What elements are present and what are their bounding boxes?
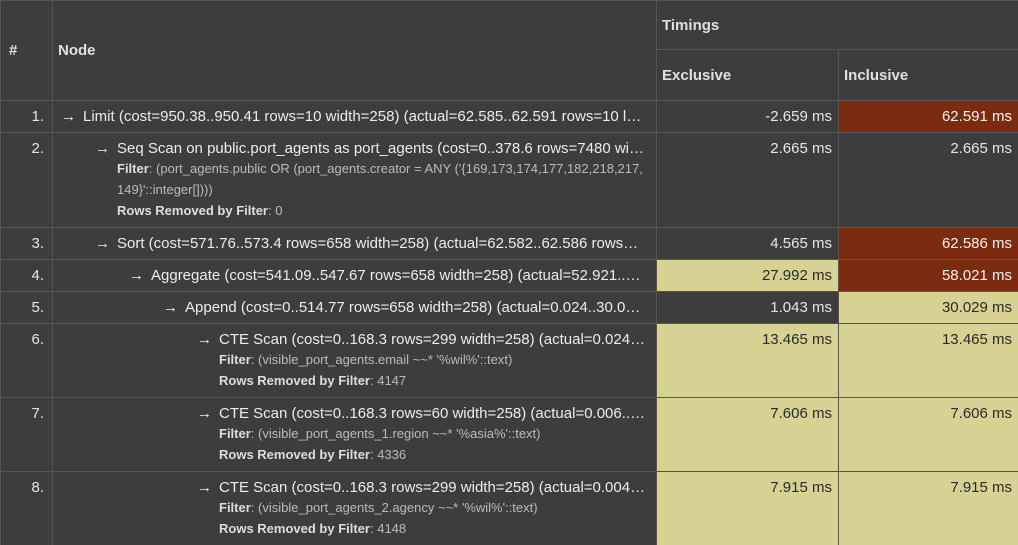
rows-removed-key: Rows Removed by Filter — [117, 203, 268, 218]
rows-removed-key: Rows Removed by Filter — [219, 447, 370, 462]
right-arrow-icon: → — [61, 108, 76, 125]
node-text: CTE Scan (cost=0..168.3 rows=299 width=2… — [219, 479, 646, 496]
right-arrow-icon: → — [197, 479, 212, 496]
rows-removed-detail: Rows Removed by Filter: 4147 — [219, 373, 407, 388]
table-row[interactable]: 1. → Limit (cost=950.38..950.41 rows=10 wi… — [0, 100, 1018, 133]
node-text: Limit (cost=950.38..950.41 rows=10 width… — [83, 108, 646, 125]
row-number: 5. — [0, 291, 53, 324]
column-header-inclusive[interactable]: Inclusive — [837, 49, 1018, 101]
rows-removed-value: 4336 — [377, 447, 407, 462]
node-cell: → Seq Scan on public.port_agents as port_… — [52, 132, 657, 228]
rows-removed-detail: Rows Removed by Filter: 0 — [117, 203, 283, 218]
filter-detail: Filter: (visible_port_agents_2.agency ~~… — [219, 500, 538, 515]
node-label[interactable]: → Aggregate (cost=541.09..547.67 rows=658… — [129, 266, 646, 285]
row-number: 3. — [0, 227, 53, 260]
rows-removed-value: 4147 — [377, 373, 407, 388]
table-row[interactable]: 5. → Append (cost=0..514.77 rows=658 width… — [0, 291, 1018, 324]
inclusive-time: 7.606 ms — [837, 397, 1018, 472]
inclusive-time: 62.586 ms — [837, 227, 1018, 260]
column-header-number: # — [0, 0, 53, 101]
filter-detail: Filter: (port_agents.public OR (port_age… — [117, 161, 643, 197]
table-row[interactable]: 6. → CTE Scan (cost=0..168.3 rows=299 widt… — [0, 323, 1018, 398]
inclusive-time: 58.021 ms — [837, 259, 1018, 292]
node-label[interactable]: → Limit (cost=950.38..950.41 rows=10 widt… — [61, 107, 646, 126]
filter-detail: Filter: (visible_port_agents.email ~~* '… — [219, 352, 513, 367]
rows-removed-key: Rows Removed by Filter — [219, 373, 370, 388]
exclusive-time: 27.992 ms — [656, 259, 839, 292]
right-arrow-icon: → — [129, 267, 144, 284]
rows-removed-value: 0 — [275, 203, 283, 218]
node-cell: → Sort (cost=571.76..573.4 rows=658 width… — [52, 227, 657, 260]
inclusive-time: 2.665 ms — [837, 132, 1018, 228]
rows-removed-detail: Rows Removed by Filter: 4148 — [219, 521, 407, 536]
node-text: Seq Scan on public.port_agents as port_a… — [117, 140, 646, 157]
exclusive-time: 2.665 ms — [656, 132, 839, 228]
node-text: Aggregate (cost=541.09..547.67 rows=658 … — [151, 267, 646, 284]
column-header-node: Node — [52, 0, 657, 101]
row-number: 7. — [0, 397, 53, 472]
header-row-top: # Node Timings — [0, 0, 1018, 101]
filter-key: Filter — [219, 352, 251, 367]
filter-key: Filter — [219, 500, 251, 515]
column-header-timings: Timings — [655, 0, 1018, 50]
inclusive-time: 13.465 ms — [837, 323, 1018, 398]
node-cell: → CTE Scan (cost=0..168.3 rows=299 width=… — [52, 323, 657, 398]
node-label[interactable]: → Seq Scan on public.port_agents as port_… — [95, 139, 646, 158]
filter-value: (visible_port_agents_2.agency ~~* '%wil%… — [258, 500, 538, 515]
exclusive-time: 7.606 ms — [656, 397, 839, 472]
node-text: CTE Scan (cost=0..168.3 rows=60 width=25… — [219, 405, 646, 422]
rows-removed-detail: Rows Removed by Filter: 4336 — [219, 447, 407, 462]
node-cell: → CTE Scan (cost=0..168.3 rows=60 width=2… — [52, 397, 657, 472]
right-arrow-icon: → — [95, 235, 110, 252]
right-arrow-icon: → — [95, 140, 110, 157]
node-label[interactable]: → CTE Scan (cost=0..168.3 rows=299 width=… — [197, 330, 646, 349]
column-header-exclusive[interactable]: Exclusive — [656, 49, 839, 101]
filter-value: (visible_port_agents_1.region ~~* '%asia… — [258, 426, 541, 441]
rows-removed-value: 4148 — [377, 521, 407, 536]
filter-key: Filter — [219, 426, 251, 441]
node-cell: → Limit (cost=950.38..950.41 rows=10 widt… — [52, 100, 657, 133]
node-text: Sort (cost=571.76..573.4 rows=658 width=… — [117, 235, 646, 252]
node-label[interactable]: → CTE Scan (cost=0..168.3 rows=299 width=… — [197, 478, 646, 497]
node-cell: → Aggregate (cost=541.09..547.67 rows=658… — [52, 259, 657, 292]
exclusive-time: 4.565 ms — [656, 227, 839, 260]
filter-value: (visible_port_agents.email ~~* '%wil%'::… — [258, 352, 513, 367]
right-arrow-icon: → — [197, 405, 212, 422]
table-row[interactable]: 2. → Seq Scan on public.port_agents as por… — [0, 132, 1018, 228]
row-number: 8. — [0, 471, 53, 545]
inclusive-time: 7.915 ms — [837, 471, 1018, 545]
filter-detail: Filter: (visible_port_agents_1.region ~~… — [219, 426, 541, 441]
node-text: CTE Scan (cost=0..168.3 rows=299 width=2… — [219, 331, 646, 348]
node-cell: → CTE Scan (cost=0..168.3 rows=299 width=… — [52, 471, 657, 545]
inclusive-time: 30.029 ms — [837, 291, 1018, 324]
row-number: 2. — [0, 132, 53, 228]
row-number: 6. — [0, 323, 53, 398]
filter-value: (port_agents.public OR (port_agents.crea… — [117, 161, 643, 197]
right-arrow-icon: → — [197, 331, 212, 348]
node-cell: → Append (cost=0..514.77 rows=658 width=2… — [52, 291, 657, 324]
rows-removed-key: Rows Removed by Filter — [219, 521, 370, 536]
table-row[interactable]: 7. → CTE Scan (cost=0..168.3 rows=60 width… — [0, 397, 1018, 472]
inclusive-time: 62.591 ms — [837, 100, 1018, 133]
row-number: 4. — [0, 259, 53, 292]
node-label[interactable]: → Sort (cost=571.76..573.4 rows=658 width… — [95, 234, 646, 253]
exclusive-time: 13.465 ms — [656, 323, 839, 398]
node-label[interactable]: → Append (cost=0..514.77 rows=658 width=2… — [163, 298, 646, 317]
table-row[interactable]: 4. → Aggregate (cost=541.09..547.67 rows=6… — [0, 259, 1018, 292]
exclusive-time: -2.659 ms — [656, 100, 839, 133]
table-row[interactable]: 8. → CTE Scan (cost=0..168.3 rows=299 widt… — [0, 471, 1018, 545]
right-arrow-icon: → — [163, 299, 178, 316]
exclusive-time: 1.043 ms — [656, 291, 839, 324]
node-text: Append (cost=0..514.77 rows=658 width=25… — [185, 299, 646, 316]
row-number: 1. — [0, 100, 53, 133]
filter-key: Filter — [117, 161, 149, 176]
node-label[interactable]: → CTE Scan (cost=0..168.3 rows=60 width=2… — [197, 404, 646, 423]
table-row[interactable]: 3. → Sort (cost=571.76..573.4 rows=658 wid… — [0, 227, 1018, 260]
exclusive-time: 7.915 ms — [656, 471, 839, 545]
explain-plan-table: # Node Timings Exclusive Inclusive 1. → Li… — [0, 0, 1018, 545]
plan-rows: 1. → Limit (cost=950.38..950.41 rows=10 wi… — [0, 100, 1018, 545]
